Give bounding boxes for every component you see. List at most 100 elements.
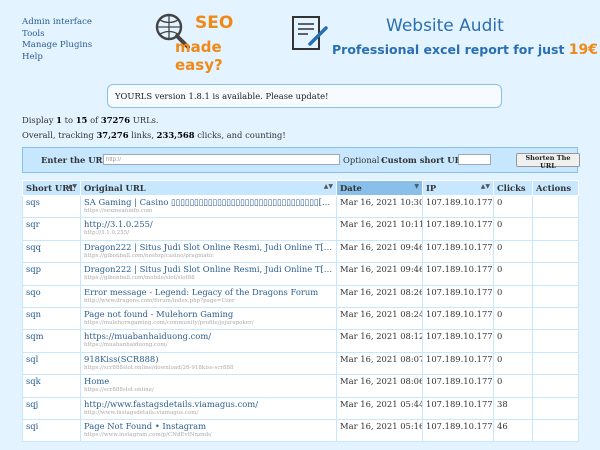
seo-ad-tagline: made easy? [175,38,223,74]
short-url-link[interactable]: sqs [26,197,40,207]
tracking-links: 37,276 [96,130,129,140]
actions-cell [532,374,579,398]
col-header-original-url[interactable]: Original URL ▲▼ [80,180,337,196]
nav-help[interactable]: Help [22,52,92,64]
original-url-title-link[interactable]: SA Gaming | Casino ▯▯▯▯▯▯▯▯▯▯▯▯▯▯▯▯▯▯▯▯▯… [84,197,333,207]
date-cell: Mar 16, 2021 08:07 [336,351,423,376]
clicks-cell: 0 [493,284,533,308]
clicks-cell: 0 [493,239,533,264]
original-url-title-link[interactable]: https://muabanhaiduong.com/ [84,331,333,341]
original-url-title-link[interactable]: Home [84,376,333,386]
original-url-title-link[interactable]: http://www.fastagsdetails.viamagus.com/ [84,399,333,409]
col-header-ip-label: IP [426,183,437,193]
original-url-cell: https://muabanhaiduong.com/https://muaba… [80,329,337,353]
sort-desc-icon: ▼ [414,183,419,190]
col-header-actions-label: Actions [536,183,572,193]
audit-ad-price: 19€ [568,42,599,58]
nav-tools[interactable]: Tools [22,29,92,41]
table-header-row: Short URL ▲▼ Original URL ▲▼ Date ▼ IP ▲▼ Cl… [22,180,579,196]
ip-cell: 107.189.10.177 [422,239,494,264]
ip-cell: 107.189.10.177 [422,284,494,308]
col-header-actions: Actions [532,180,579,196]
original-url-title-link[interactable]: http://3.1.0.255/ [84,219,333,229]
sort-icon: ▲▼ [480,183,490,190]
original-url-title-link[interactable]: 918Kiss(SCR888) [84,354,333,364]
short-url-link[interactable]: sqo [26,287,41,297]
actions-cell [532,217,579,241]
clicks-cell: 38 [493,396,533,420]
original-url-title-link[interactable]: Dragon222 | Situs Judi Slot Online Resmi… [84,264,333,274]
tracking-post: clicks, and counting! [197,130,286,140]
date-cell: Mar 16, 2021 05:44 [336,396,423,420]
short-url-link[interactable]: sqm [26,331,44,341]
ip-cell: 107.189.10.177 [422,262,494,286]
date-cell: Mar 16, 2021 08:24 [336,306,423,331]
original-url-title-link[interactable]: Dragon222 | Situs Judi Slot Online Resmi… [84,242,333,252]
date-cell: Mar 16, 2021 05:16 [336,418,423,443]
short-url-link[interactable]: sqp [26,264,41,274]
original-url-text: https://gibonball.com/mobile/slot/slot88 [84,275,195,282]
table-row: sqq Dragon222 | Situs Judi Slot Online Re… [22,239,579,264]
actions-cell [532,418,579,443]
table-row: sqi Page Not Found • Instagram https://www… [22,418,579,443]
actions-cell [532,351,579,376]
nav-admin-interface[interactable]: Admin interface [22,17,92,29]
actions-cell [532,306,579,331]
original-url-title-link[interactable]: Error message - Legend: Legacy of the Dr… [84,287,333,297]
url-input[interactable] [103,154,340,165]
update-notice: YOURLS version 1.8.1 is available. Pleas… [107,84,502,108]
short-url-link[interactable]: sqj [26,399,38,409]
short-url-link[interactable]: sqn [26,309,41,319]
seo-ad-title: SEO [195,13,234,33]
original-url-cell: Page Not Found • Instagram https://www.in… [80,418,337,443]
original-url-cell: http://www.fastagsdetails.viamagus.com/h… [80,396,337,420]
date-cell: Mar 16, 2021 08:26 [336,284,423,308]
tracking-links-word: links, [131,130,154,140]
display-post: URLs. [132,115,159,125]
original-url-text: https://gibonball.com/nostop/casino/prag… [84,252,214,259]
nav-manage-plugins[interactable]: Manage Plugins [22,40,92,52]
custom-short-url-input[interactable] [458,154,491,165]
ip-cell: 107.189.10.177 [422,306,494,331]
short-url-cell: sqm [22,329,81,353]
actions-cell [532,262,579,286]
short-url-link[interactable]: sqq [26,242,41,252]
seo-ad-banner[interactable]: SEO made easy? [153,10,263,74]
short-url-link[interactable]: sqi [26,421,38,431]
table-row: sqo Error message - Legend: Legacy of the… [22,284,579,308]
original-url-title-link[interactable]: Page Not Found • Instagram [84,421,333,431]
short-url-link[interactable]: sqk [26,376,41,386]
col-header-clicks[interactable]: Clicks [493,180,533,196]
short-url-cell: sqp [22,262,81,286]
shorten-url-form: Enter the URL: Optional : Custom short U… [22,147,580,173]
tracking-clicks: 233,568 [156,130,195,140]
display-pre: Display [22,115,54,125]
ip-cell: 107.189.10.177 [422,217,494,241]
table-row: sqn Page not found - Mulehorn Gaming https… [22,306,579,331]
ip-cell: 107.189.10.177 [422,329,494,353]
original-url-title-link[interactable]: Page not found - Mulehorn Gaming [84,309,333,319]
tracking-pre: Overall, tracking [22,130,94,140]
display-to-word: to [64,115,74,125]
short-url-cell: sqi [22,418,81,443]
website-audit-ad-banner[interactable]: Website Audit Professional excel report … [288,12,598,64]
display-count-info: Display 1 to 15 of 37276 URLs. [22,115,159,125]
short-url-link[interactable]: sql [26,354,38,364]
actions-cell [532,284,579,308]
ip-cell: 107.189.10.177 [422,351,494,376]
col-header-short-url[interactable]: Short URL ▲▼ [22,180,81,196]
col-header-ip[interactable]: IP ▲▼ [422,180,494,196]
col-header-date[interactable]: Date ▼ [336,180,423,196]
original-url-cell: Dragon222 | Situs Judi Slot Online Resmi… [80,262,337,286]
optional-label: Optional : [343,155,385,165]
shorten-url-button[interactable]: Shorten The URL [516,153,580,170]
short-url-cell: sql [22,351,81,376]
table-row: sqm https://muabanhaiduong.com/https://mu… [22,329,579,353]
table-row: sqs SA Gaming | Casino ▯▯▯▯▯▯▯▯▯▯▯▯▯▯▯▯▯▯… [22,194,579,219]
ip-cell: 107.189.10.177 [422,396,494,420]
original-url-text: http://3.1.0.255/ [84,230,130,237]
short-url-link[interactable]: sqr [26,219,40,229]
short-url-cell: sqs [22,194,81,219]
original-url-cell: 918Kiss(SCR888) https://scr888slot.online… [80,351,337,376]
short-url-cell: sqk [22,374,81,398]
